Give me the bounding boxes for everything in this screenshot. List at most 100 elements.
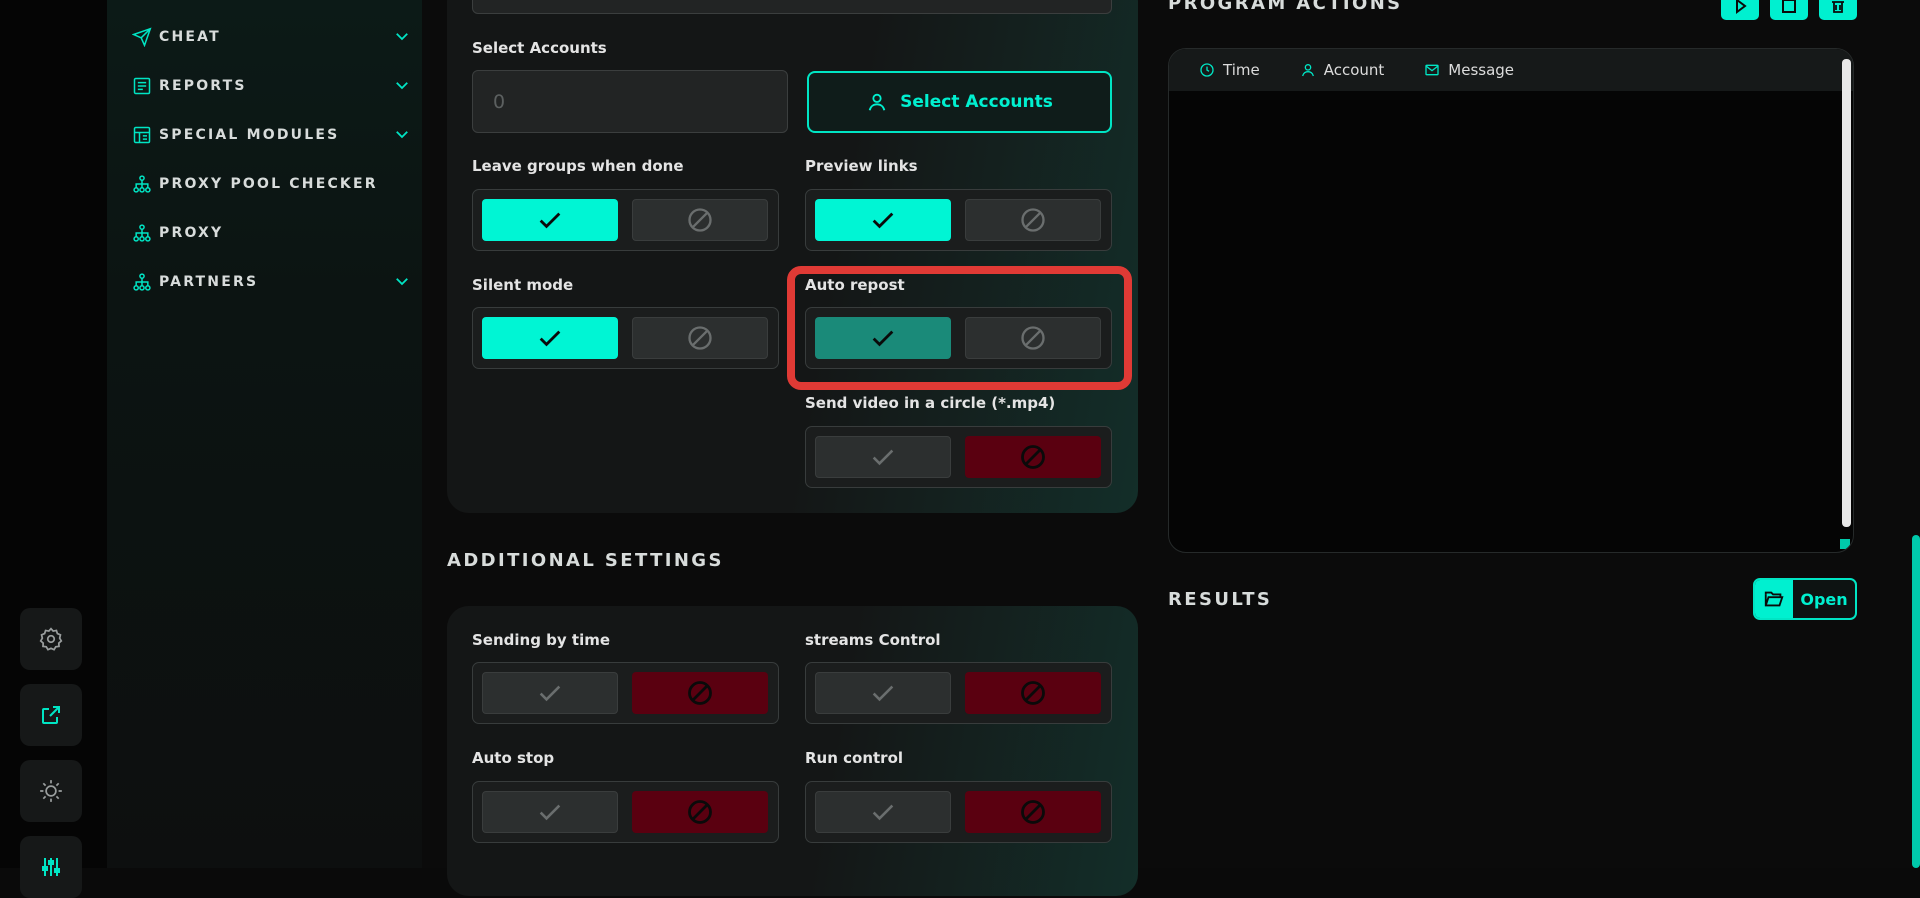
folder-open-icon (1764, 591, 1784, 607)
sending-by-time-no[interactable] (632, 672, 768, 714)
auto-stop-yes[interactable] (482, 791, 618, 833)
ban-icon (1021, 208, 1045, 232)
leave-groups-label: Leave groups when done (472, 157, 684, 175)
check-icon (539, 804, 561, 821)
chevron-down-icon[interactable] (393, 125, 411, 147)
open-label: Open (1800, 589, 1848, 609)
check-icon (872, 449, 894, 466)
ban-icon (1021, 800, 1045, 824)
sidebar-item-reports[interactable]: REPORTS (131, 72, 411, 100)
auto-repost-no[interactable] (965, 317, 1101, 359)
top-input-remnant (472, 0, 1112, 14)
send-plane-icon (131, 26, 153, 48)
network-icon (131, 173, 153, 195)
chevron-down-icon[interactable] (393, 27, 411, 49)
preview-links-label: Preview links (805, 157, 918, 175)
log-column-label: Time (1223, 61, 1260, 79)
settings-button[interactable] (20, 608, 82, 670)
streams-control-toggle (805, 662, 1112, 724)
silent-mode-yes[interactable] (482, 317, 618, 359)
leave-groups-no[interactable] (632, 199, 768, 241)
user-icon (1301, 63, 1314, 77)
run-control-no[interactable] (965, 791, 1101, 833)
streams-control-yes[interactable] (815, 672, 951, 714)
send-video-no[interactable] (965, 436, 1101, 478)
preview-links-no[interactable] (965, 199, 1101, 241)
sidebar-item-cheat[interactable]: CHEAT (131, 23, 411, 51)
ban-icon (1021, 326, 1045, 350)
trash-icon (1832, 1, 1844, 13)
clock-icon (1200, 63, 1214, 77)
preview-links-yes[interactable] (815, 199, 951, 241)
ban-icon (688, 681, 712, 705)
sending-by-time-label: Sending by time (472, 631, 611, 649)
external-link-icon (42, 706, 60, 724)
theme-toggle-button[interactable] (20, 760, 82, 822)
silent-mode-no[interactable] (632, 317, 768, 359)
ban-icon (1021, 445, 1045, 469)
user-icon (868, 93, 886, 111)
send-video-toggle (805, 426, 1112, 488)
chevron-down-icon[interactable] (393, 272, 411, 294)
silent-mode-label: Silent mode (472, 276, 574, 294)
check-icon (539, 212, 561, 229)
stop-button[interactable] (1770, 0, 1808, 20)
sidebar-item-partners[interactable]: PARTNERS (131, 268, 411, 296)
run-control-label: Run control (805, 749, 904, 767)
theme-toggle-icon (40, 780, 62, 802)
auto-repost-yes[interactable] (815, 317, 951, 359)
sliders-button[interactable] (20, 836, 82, 898)
external-link-button[interactable] (20, 684, 82, 746)
log-column-message[interactable]: Message (1424, 61, 1514, 79)
select-accounts-input[interactable]: 0 (472, 70, 788, 133)
silent-mode-toggle (472, 307, 779, 369)
send-video-yes[interactable] (815, 436, 951, 478)
run-control-toggle (805, 781, 1112, 843)
leave-groups-yes[interactable] (482, 199, 618, 241)
resize-handle-icon[interactable] (1840, 539, 1850, 549)
preview-links-toggle (805, 189, 1112, 251)
sidebar-item-proxy[interactable]: PROXY (131, 219, 411, 247)
sidebar-item-label: PARTNERS (159, 274, 259, 290)
report-icon (131, 75, 153, 97)
log-column-time[interactable]: Time (1199, 61, 1260, 79)
check-icon (872, 330, 894, 347)
chevron-down-icon[interactable] (393, 76, 411, 98)
play-icon (1736, 0, 1747, 14)
ban-icon (688, 800, 712, 824)
auto-stop-toggle (472, 781, 779, 843)
page-scrollbar[interactable] (1912, 535, 1920, 868)
additional-settings-title: ADDITIONAL SETTINGS (447, 550, 724, 571)
results-title: RESULTS (1168, 589, 1273, 610)
results-open-button[interactable]: Open (1753, 578, 1857, 620)
check-icon (539, 330, 561, 347)
modules-icon (131, 124, 153, 146)
select-accounts-label: Select Accounts (472, 39, 607, 57)
program-actions-title: PROGRAM ACTIONS (1168, 0, 1403, 14)
sidebar-item-special-modules[interactable]: SPECIAL MODULES (131, 121, 411, 149)
clear-button[interactable] (1819, 0, 1857, 20)
log-column-account[interactable]: Account (1300, 61, 1385, 79)
log-column-label: Account (1323, 61, 1385, 79)
check-icon (539, 685, 561, 702)
sidebar-item-label: REPORTS (159, 78, 247, 94)
check-icon (872, 685, 894, 702)
left-rail (0, 0, 107, 898)
auto-stop-no[interactable] (632, 791, 768, 833)
start-button[interactable] (1721, 0, 1759, 20)
select-accounts-button[interactable]: Select Accounts (807, 71, 1112, 133)
streams-control-no[interactable] (965, 672, 1101, 714)
program-actions-log[interactable]: Time Account Message (1168, 48, 1854, 553)
sidebar-item-proxy-pool-checker[interactable]: PROXY POOL CHECKER (131, 170, 411, 198)
auto-repost-label: Auto repost (805, 276, 905, 294)
auto-stop-label: Auto stop (472, 749, 555, 767)
sliders-icon (42, 858, 60, 876)
ban-icon (1021, 681, 1045, 705)
network-icon (131, 222, 153, 244)
auto-repost-toggle (805, 307, 1112, 369)
sidebar: CHEAT REPORTS SPECIAL MODULES PROXY POOL… (107, 0, 422, 868)
run-control-yes[interactable] (815, 791, 951, 833)
sidebar-item-label: SPECIAL MODULES (159, 127, 340, 143)
sending-by-time-yes[interactable] (482, 672, 618, 714)
log-scrollbar[interactable] (1842, 59, 1851, 527)
